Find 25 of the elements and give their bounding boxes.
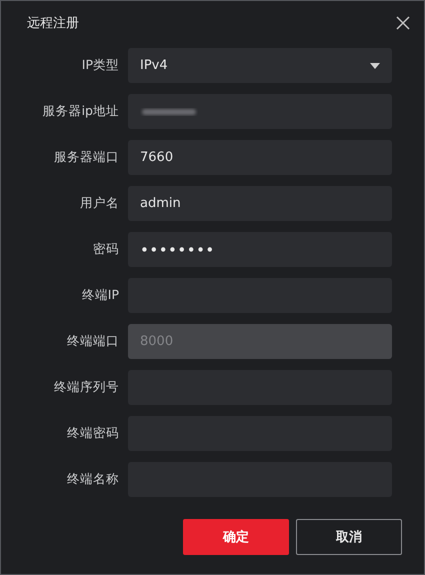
- field-label: IP类型: [82, 57, 119, 74]
- field-label: 服务器端口: [54, 149, 119, 166]
- field-label: 终端端口: [67, 333, 119, 350]
- caret-icon: [370, 62, 380, 68]
- field-value: 8000: [140, 334, 174, 349]
- input-field[interactable]: 7660: [128, 140, 392, 175]
- select-value: IPv4: [140, 58, 168, 73]
- input-field[interactable]: admin: [128, 186, 392, 221]
- cancel-button[interactable]: 取消: [296, 519, 402, 555]
- field-value: admin: [140, 196, 181, 211]
- field-label: 密码: [93, 241, 119, 258]
- close-button[interactable]: [394, 14, 412, 32]
- ip-type-dropdown[interactable]: IPv4: [128, 48, 392, 83]
- field-label: 终端名称: [67, 471, 119, 488]
- field-label: 服务器ip地址: [42, 103, 119, 120]
- password-dots: ••••••••: [140, 240, 215, 258]
- field-label: 终端密码: [67, 425, 119, 442]
- confirm-button[interactable]: 确定: [183, 519, 289, 555]
- field-label: 终端IP: [82, 287, 119, 304]
- input-field[interactable]: [128, 94, 392, 129]
- field-label: 终端序列号: [54, 379, 119, 396]
- field-value: 7660: [140, 150, 174, 165]
- dialog-title: 远程注册: [27, 15, 79, 32]
- password-field[interactable]: ••••••••: [128, 232, 392, 267]
- field-label: 用户名: [80, 195, 119, 212]
